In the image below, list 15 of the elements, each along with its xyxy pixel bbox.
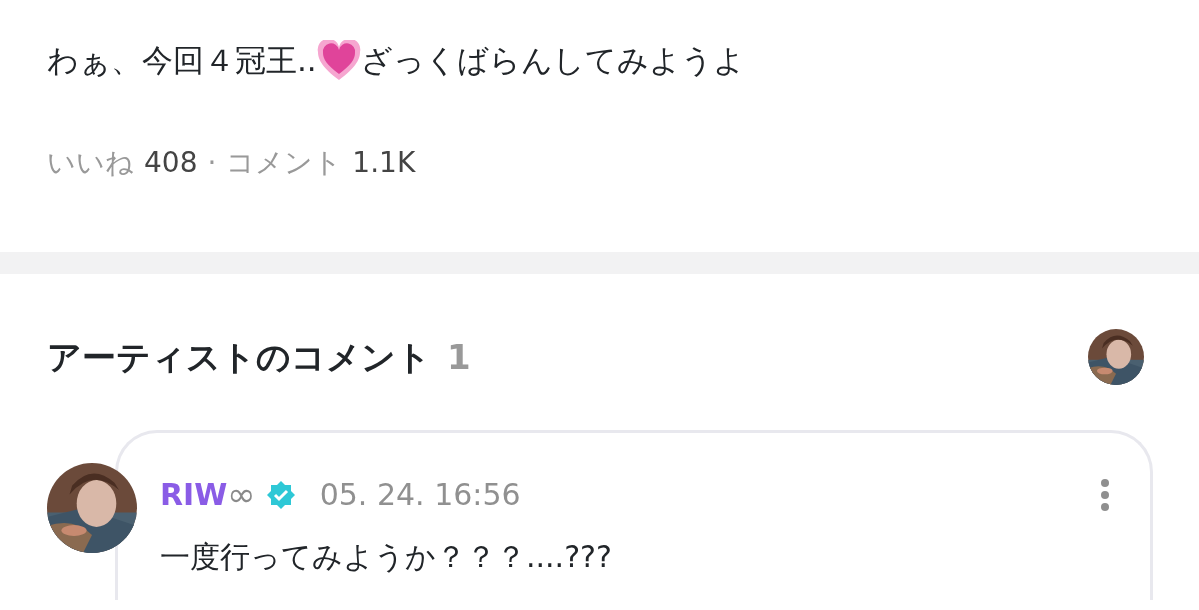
comment-count: 1: [447, 336, 471, 377]
name-suffix: ∞: [227, 473, 256, 516]
user-name[interactable]: RIW: [160, 472, 228, 517]
comment-label: コメント: [226, 145, 343, 181]
like-count: 408: [144, 145, 198, 181]
post-text: わぁ、今回４冠王..: [47, 42, 317, 80]
comment-count: 1.1K: [352, 145, 416, 181]
comment-text: 一度行ってみようか？？？....???: [160, 538, 613, 576]
like-label: いいね: [47, 145, 134, 181]
section-title: アーティストのコメント: [47, 336, 431, 377]
heart-icon: [316, 40, 361, 82]
comment-date: 05. 24. 16:56: [319, 476, 521, 514]
post-text: ざっくばらんしてみようよ: [360, 42, 745, 80]
more-icon[interactable]: [1100, 478, 1110, 511]
separator: ·: [207, 145, 217, 181]
